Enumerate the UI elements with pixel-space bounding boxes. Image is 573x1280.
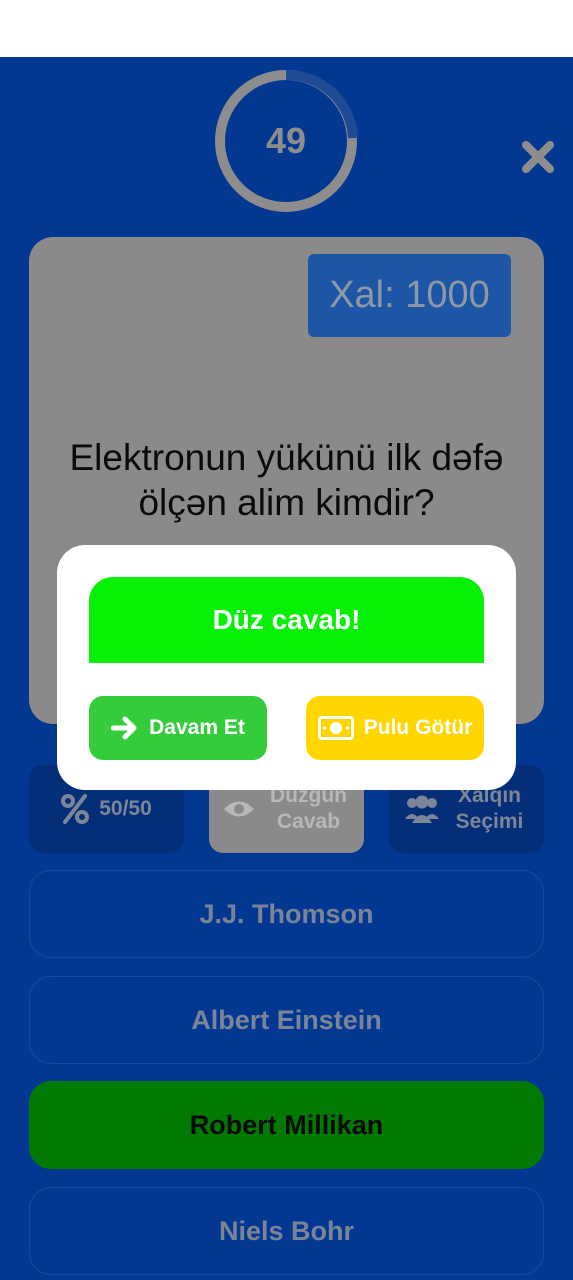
top-bar (0, 0, 573, 57)
close-button[interactable] (518, 137, 558, 177)
lifeline-label: Xalqın Seçimi (455, 784, 524, 833)
answer-option[interactable]: J.J. Thomson (29, 870, 544, 958)
continue-label: Davam Et (149, 716, 245, 739)
money-bill-icon (317, 716, 354, 740)
take-money-label: Pulu Götür (363, 716, 473, 739)
answer-option[interactable]: Niels Bohr (29, 1187, 544, 1275)
users-icon (404, 795, 439, 823)
lifeline-label: 50/50 (99, 797, 152, 820)
answer-option[interactable]: Albert Einstein (29, 976, 544, 1064)
continue-button[interactable]: Davam Et (89, 696, 267, 760)
arrow-right-icon (111, 716, 137, 740)
result-dialog: Düz cavab! Davam Et Pulu Götür (57, 545, 516, 790)
lifeline-label: Düzgün Cavab (270, 784, 347, 833)
take-money-button[interactable]: Pulu Götür (306, 696, 484, 760)
timer-value: 49 (265, 120, 307, 161)
eye-icon (223, 801, 254, 817)
timer-ring: 49 (213, 68, 359, 214)
question-text: Elektronun yükünü ilk dəfə ölçən alim ki… (69, 437, 504, 523)
percent-icon (61, 794, 90, 824)
score-badge: Xal: 1000 (308, 254, 511, 337)
answer-option-correct[interactable]: Robert Millikan (29, 1081, 544, 1169)
result-banner: Düz cavab! (89, 577, 484, 663)
close-icon (522, 141, 554, 173)
